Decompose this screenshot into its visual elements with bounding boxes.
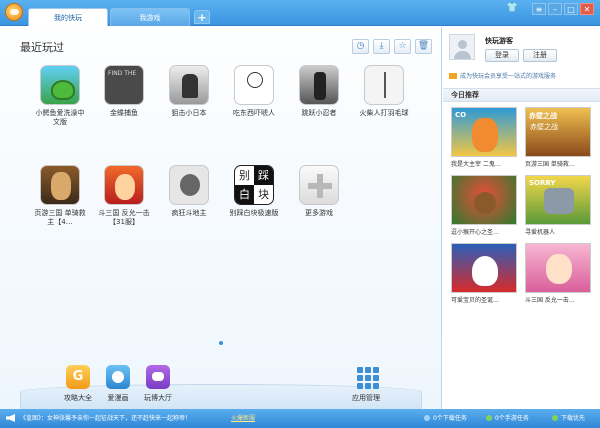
game-tile[interactable]: 别 踩 白 块 别踩白块极速版 bbox=[228, 165, 280, 218]
download-icon[interactable]: ⤓ bbox=[373, 39, 390, 54]
hot-server-link[interactable]: 火爆新服 bbox=[231, 409, 255, 428]
recommend-item[interactable]: CO 我是大主宰 二鬼… bbox=[451, 107, 517, 168]
game-tile[interactable]: 吃东西吓唬人 bbox=[228, 65, 280, 118]
speaker-icon bbox=[6, 414, 15, 422]
tab-my-kuaiwan[interactable]: 我的快玩 bbox=[28, 8, 108, 26]
game-tile[interactable]: 火柴人打羽毛球 bbox=[358, 65, 410, 118]
username: 快玩游客 bbox=[485, 37, 513, 45]
download-tasks[interactable]: 0个下载任务 bbox=[424, 409, 467, 428]
section-title: 最近玩过 bbox=[20, 41, 64, 54]
status-dot-icon bbox=[486, 415, 492, 421]
recommend-image-text: 赤壁之战 bbox=[529, 112, 557, 120]
recent-games-panel: 最近玩过 ◷ ⤓ ☆ 🗑 小鳄鱼爱洗澡中文版 金蝶捕鱼 狙击小日本 吃东西吓唬人… bbox=[0, 27, 442, 410]
plus-icon bbox=[299, 165, 339, 205]
maximize-button[interactable]: □ bbox=[564, 3, 578, 15]
page-indicator[interactable] bbox=[219, 341, 223, 345]
game-icon bbox=[169, 65, 209, 105]
minimize-button[interactable]: – bbox=[548, 3, 562, 15]
game-icon bbox=[299, 65, 339, 105]
recommend-image bbox=[451, 175, 517, 225]
login-button[interactable]: 登录 bbox=[485, 49, 519, 62]
game-icon: 别 踩 白 块 bbox=[234, 165, 274, 205]
game-icon bbox=[104, 165, 144, 205]
recommend-image bbox=[451, 243, 517, 293]
recommend-image-text: SORRY bbox=[529, 179, 556, 187]
game-tile[interactable]: 金蝶捕鱼 bbox=[98, 65, 150, 118]
status-bar: 《皇图》：女神张馨予亲你一起征战天下，还不赶快来一起称帝！ 火爆新服 0个下载任… bbox=[0, 409, 600, 428]
game-icon bbox=[40, 65, 80, 105]
guide-icon: G bbox=[66, 365, 90, 389]
recommend-image-text: CO bbox=[455, 111, 467, 119]
title-bar: 我的快玩 我游戏 + 👕 ≡ – □ ✕ bbox=[0, 0, 600, 26]
skin-icon[interactable]: 👕 bbox=[507, 3, 518, 13]
news-ticker[interactable]: 《皇图》：女神张馨予亲你一起征战天下，还不赶快来一起称帝！ bbox=[20, 409, 191, 428]
status-dot-icon bbox=[424, 415, 430, 421]
recommend-item[interactable]: 赤壁之战 页游三国 单骑救… bbox=[525, 107, 591, 168]
dock-item-hall[interactable]: 玩博大厅 bbox=[134, 365, 182, 403]
recommend-item[interactable]: SORRY 寻爱机器人 bbox=[525, 175, 591, 236]
recommend-item[interactable]: 逗小猴开心之圣… bbox=[451, 175, 517, 236]
tab-games[interactable]: 我游戏 bbox=[110, 8, 190, 26]
recommend-item[interactable]: 可爱宝贝的圣诞… bbox=[451, 243, 517, 304]
close-button[interactable]: ✕ bbox=[580, 3, 594, 15]
recommend-image: 赤壁之战 bbox=[525, 107, 591, 157]
dock-item-apps[interactable]: 应用管理 bbox=[342, 365, 390, 403]
recommend-item[interactable]: 斗三国 反允一击… bbox=[525, 243, 591, 304]
game-tile[interactable]: 斗三国 反允一击【31服】 bbox=[98, 165, 150, 227]
more-games-tile[interactable]: 更多游戏 bbox=[293, 165, 345, 218]
recommend-image: SORRY bbox=[525, 175, 591, 225]
recommend-header: 今日推荐 bbox=[443, 88, 600, 102]
game-tile[interactable]: 狙击小日本 bbox=[163, 65, 215, 118]
download-priority[interactable]: 下载优先 bbox=[552, 409, 585, 428]
star-icon[interactable]: ☆ bbox=[394, 39, 411, 54]
game-tile[interactable]: 跳跃小忍者 bbox=[293, 65, 345, 118]
chat-icon bbox=[146, 365, 170, 389]
game-icon bbox=[364, 65, 404, 105]
side-panel: 快玩游客 登录 注册 成为快玩会员享受一站式的游戏服务 今日推荐 CO 我是大主… bbox=[443, 27, 600, 409]
clock-icon[interactable]: ◷ bbox=[352, 39, 369, 54]
status-dot-icon bbox=[552, 415, 558, 421]
menu-button[interactable]: ≡ bbox=[532, 3, 546, 15]
trash-icon[interactable]: 🗑 bbox=[415, 39, 432, 54]
game-icon bbox=[104, 65, 144, 105]
recommend-image bbox=[525, 243, 591, 293]
game-icon bbox=[234, 65, 274, 105]
recommend-image: CO bbox=[451, 107, 517, 157]
game-tile[interactable]: 页游三国 单骑救主【4… bbox=[34, 165, 86, 227]
game-icon bbox=[169, 165, 209, 205]
vip-link[interactable]: 成为快玩会员享受一站式的游戏服务 bbox=[449, 71, 556, 80]
mobile-tasks[interactable]: 0个手游任务 bbox=[486, 409, 529, 428]
game-icon bbox=[40, 165, 80, 205]
comics-icon bbox=[106, 365, 130, 389]
app-logo-icon bbox=[5, 3, 23, 21]
game-tile[interactable]: 疯狂斗地主 bbox=[163, 165, 215, 218]
game-tile[interactable]: 小鳄鱼爱洗澡中文版 bbox=[34, 65, 86, 127]
grid-icon bbox=[354, 365, 379, 389]
register-button[interactable]: 注册 bbox=[523, 49, 557, 62]
avatar[interactable] bbox=[449, 34, 475, 60]
add-tab-button[interactable]: + bbox=[194, 10, 210, 24]
crown-icon bbox=[449, 73, 457, 79]
